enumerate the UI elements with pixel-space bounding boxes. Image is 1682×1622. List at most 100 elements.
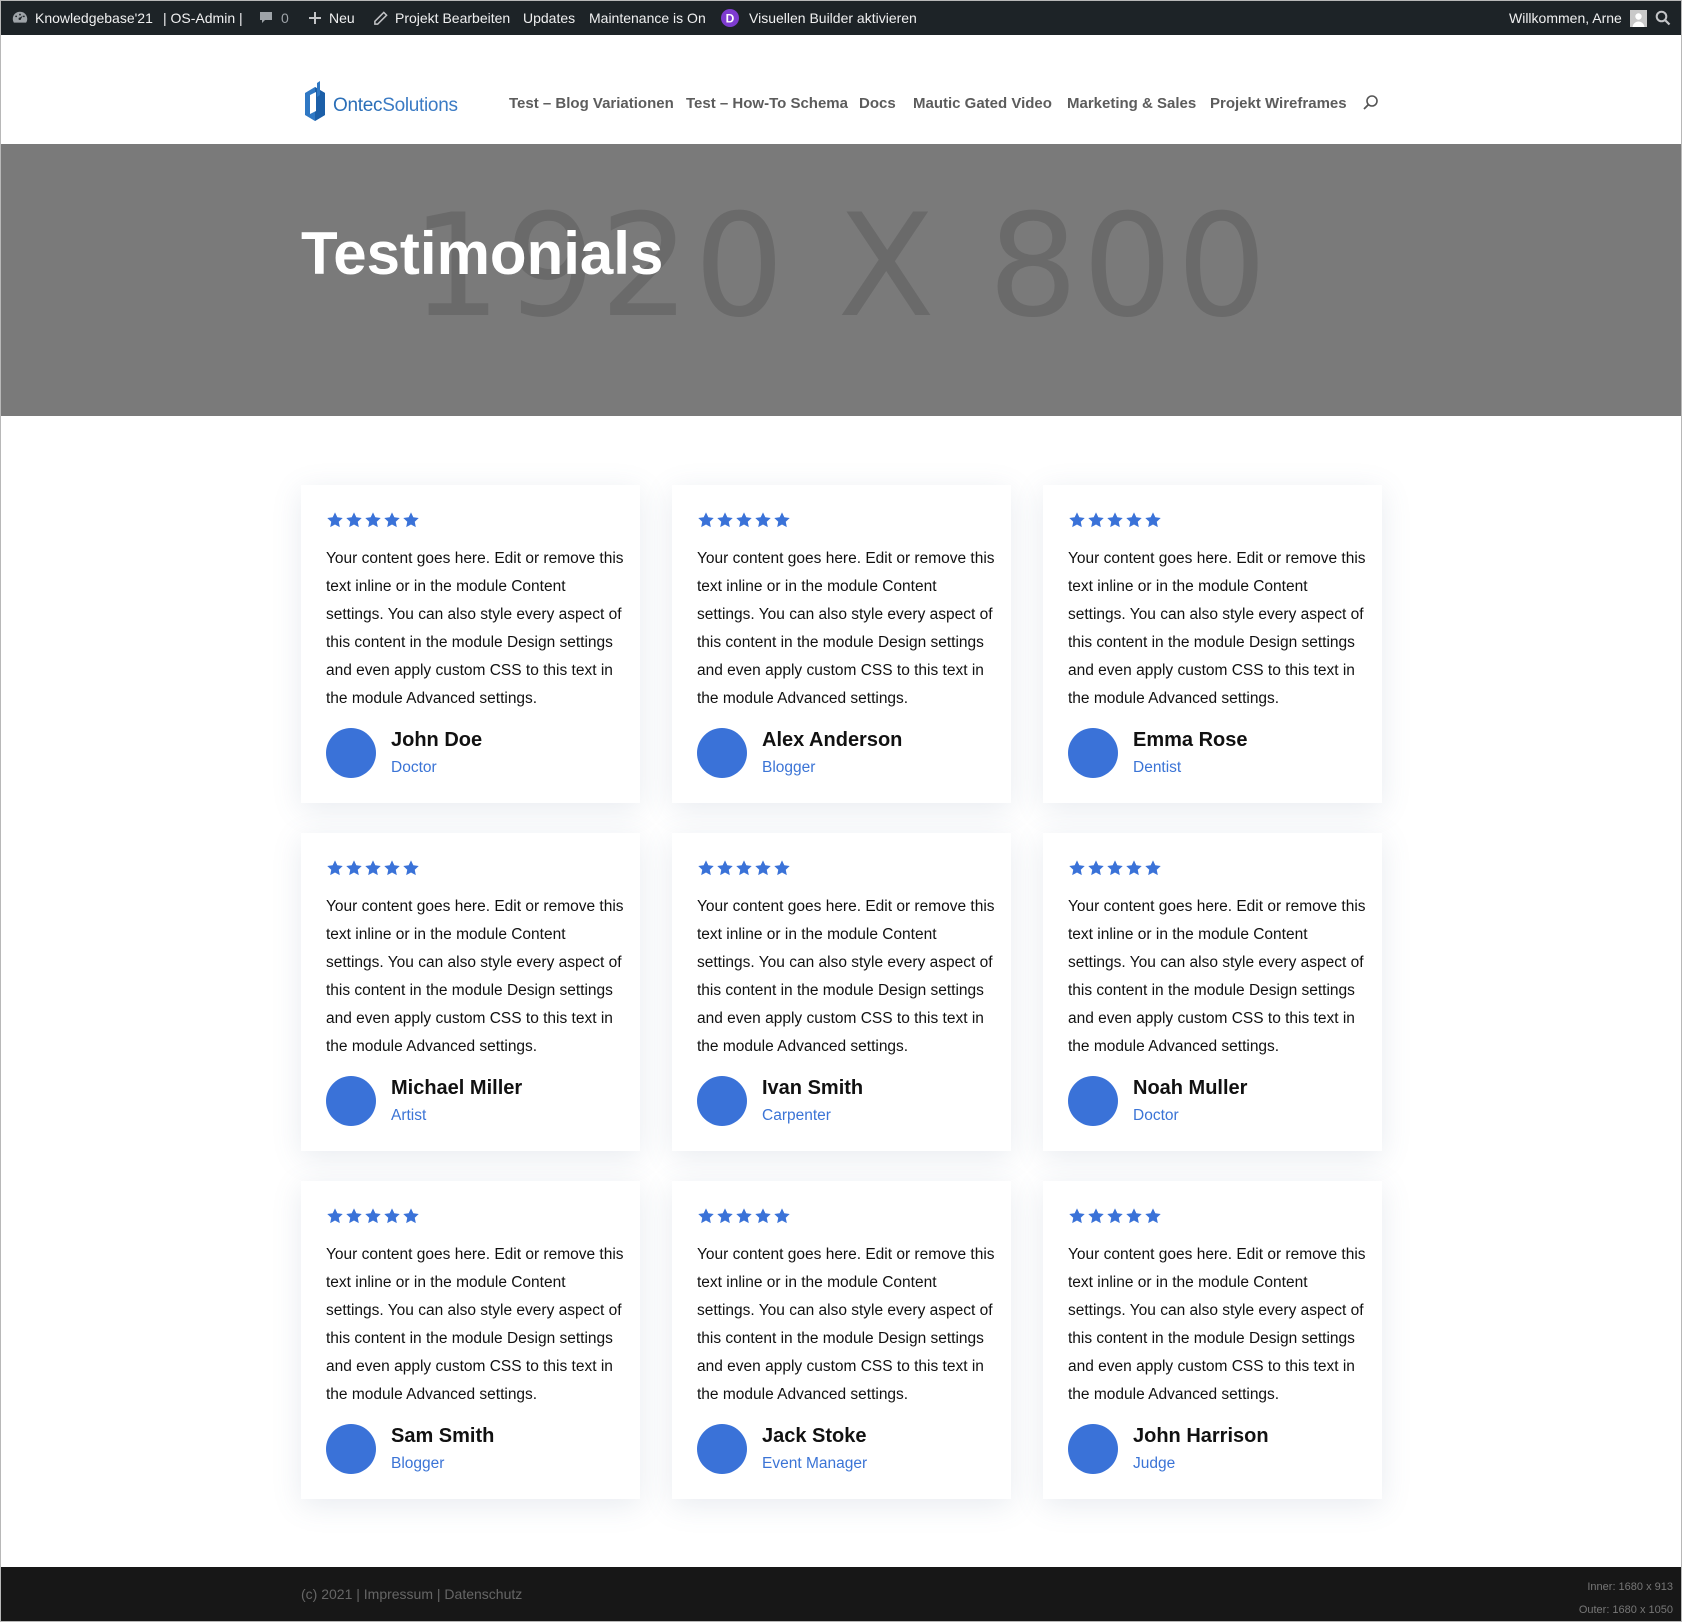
hero-section: 1920 X 800 Testimonials bbox=[1, 144, 1681, 416]
nav-item-how-to-schema[interactable]: Test – How-To Schema bbox=[686, 95, 848, 112]
star-icon bbox=[697, 859, 715, 882]
star-rating bbox=[697, 511, 791, 534]
svg-text:D: D bbox=[726, 12, 735, 26]
comments-count: 0 bbox=[281, 10, 289, 26]
testimonial-card: Your content goes here. Edit or remove t… bbox=[1043, 1181, 1382, 1499]
star-icon bbox=[716, 511, 734, 534]
footer-copyright: (c) 2021 | Impressum | Datenschutz bbox=[301, 1586, 523, 1602]
os-admin-label: | OS-Admin | bbox=[163, 10, 243, 26]
avatar bbox=[1068, 1424, 1118, 1474]
plus-icon bbox=[308, 11, 322, 25]
star-icon bbox=[1106, 1207, 1124, 1230]
star-icon bbox=[697, 1207, 715, 1230]
dashboard-icon bbox=[11, 9, 29, 27]
testimonial-name: John Doe bbox=[391, 729, 483, 751]
admin-search-button[interactable] bbox=[1655, 1, 1671, 35]
star-icon bbox=[1068, 859, 1086, 882]
avatar bbox=[326, 1076, 376, 1126]
star-icon bbox=[364, 1207, 382, 1230]
testimonial-name: John Harrison bbox=[1133, 1425, 1269, 1447]
comments-link[interactable]: 0 bbox=[258, 1, 289, 35]
maintenance-link[interactable]: Maintenance is On bbox=[589, 1, 706, 35]
nav-item-marketing-sales[interactable]: Marketing & Sales bbox=[1067, 95, 1196, 112]
star-icon bbox=[364, 511, 382, 534]
testimonial-card: Your content goes here. Edit or remove t… bbox=[1043, 833, 1382, 1151]
testimonial-text: Your content goes here. Edit or remove t… bbox=[697, 898, 995, 1055]
testimonial-card: Your content goes here. Edit or remove t… bbox=[301, 485, 640, 803]
visual-builder-link[interactable]: D Visuellen Builder aktivieren bbox=[720, 1, 917, 35]
star-icon bbox=[716, 859, 734, 882]
star-icon bbox=[345, 511, 363, 534]
testimonial-card: Your content goes here. Edit or remove t… bbox=[301, 1181, 640, 1499]
star-icon bbox=[345, 859, 363, 882]
os-admin-link[interactable]: | OS-Admin | bbox=[163, 1, 243, 35]
edit-project-label: Projekt Bearbeiten bbox=[395, 10, 511, 26]
star-icon bbox=[364, 859, 382, 882]
testimonial-role: Event Manager bbox=[762, 1455, 868, 1472]
testimonial-text: Your content goes here. Edit or remove t… bbox=[1068, 898, 1366, 1055]
testimonial-card: Your content goes here. Edit or remove t… bbox=[1043, 485, 1382, 803]
star-rating bbox=[326, 859, 420, 882]
star-icon bbox=[1106, 859, 1124, 882]
star-icon bbox=[345, 1207, 363, 1230]
logo-text: OntecSolutions bbox=[333, 95, 458, 117]
testimonial-text: Your content goes here. Edit or remove t… bbox=[326, 550, 624, 707]
testimonial-text: Your content goes here. Edit or remove t… bbox=[326, 898, 624, 1055]
star-icon bbox=[754, 859, 772, 882]
nav-item-docs[interactable]: Docs bbox=[859, 95, 896, 112]
admin-bar: Knowledgebase'21 | OS-Admin | 0 Neu Proj… bbox=[1, 1, 1681, 35]
star-icon bbox=[326, 1207, 344, 1230]
testimonial-name: Michael Miller bbox=[391, 1077, 523, 1099]
star-icon bbox=[1087, 859, 1105, 882]
avatar bbox=[697, 728, 747, 778]
star-rating bbox=[1068, 511, 1162, 534]
nav-item-projekt-wireframes[interactable]: Projekt Wireframes bbox=[1210, 95, 1347, 112]
updates-link[interactable]: Updates bbox=[523, 1, 575, 35]
star-rating bbox=[326, 511, 420, 534]
logo-text-ontec: Ontec bbox=[333, 94, 383, 116]
star-icon bbox=[1106, 511, 1124, 534]
star-rating bbox=[697, 1207, 791, 1230]
star-icon bbox=[402, 859, 420, 882]
testimonial-text: Your content goes here. Edit or remove t… bbox=[697, 1246, 995, 1403]
site-logo[interactable]: OntecSolutions bbox=[303, 81, 458, 130]
testimonial-role: Artist bbox=[391, 1107, 427, 1124]
star-rating bbox=[697, 859, 791, 882]
star-icon bbox=[697, 511, 715, 534]
comment-icon bbox=[258, 10, 274, 26]
testimonial-name: Alex Anderson bbox=[762, 729, 903, 751]
star-icon bbox=[1068, 511, 1086, 534]
testimonial-name: Noah Muller bbox=[1133, 1077, 1248, 1099]
nav-item-mautic-gated-video[interactable]: Mautic Gated Video bbox=[913, 95, 1052, 112]
testimonial-card: Your content goes here. Edit or remove t… bbox=[672, 485, 1011, 803]
testimonial-role: Blogger bbox=[762, 759, 816, 776]
star-icon bbox=[1125, 511, 1143, 534]
updates-label: Updates bbox=[523, 10, 576, 26]
testimonial-card: Your content goes here. Edit or remove t… bbox=[672, 1181, 1011, 1499]
pencil-icon bbox=[373, 10, 388, 26]
avatar bbox=[697, 1076, 747, 1126]
testimonial-text: Your content goes here. Edit or remove t… bbox=[1068, 1246, 1366, 1403]
inner-size-label: Inner: 1680 x 913 bbox=[1587, 1581, 1673, 1593]
admin-site-link[interactable]: Knowledgebase'21 bbox=[11, 1, 153, 35]
search-icon[interactable] bbox=[1362, 94, 1380, 117]
avatar bbox=[1068, 1076, 1118, 1126]
star-icon bbox=[1087, 511, 1105, 534]
testimonial-text: Your content goes here. Edit or remove t… bbox=[697, 550, 995, 707]
welcome-label: Willkommen, Arne bbox=[1509, 10, 1622, 26]
hero-placeholder-text: 1920 X 800 bbox=[411, 184, 1271, 349]
nav-item-blog-variationen[interactable]: Test – Blog Variationen bbox=[509, 95, 674, 112]
star-icon bbox=[1144, 511, 1162, 534]
edit-project-link[interactable]: Projekt Bearbeiten bbox=[373, 1, 510, 35]
avatar bbox=[326, 728, 376, 778]
star-rating bbox=[326, 1207, 420, 1230]
testimonial-name: Ivan Smith bbox=[762, 1077, 864, 1099]
account-link[interactable]: Willkommen, Arne bbox=[1509, 1, 1647, 35]
testimonial-card: Your content goes here. Edit or remove t… bbox=[301, 833, 640, 1151]
new-link[interactable]: Neu bbox=[308, 1, 355, 35]
star-icon bbox=[402, 511, 420, 534]
star-rating bbox=[1068, 859, 1162, 882]
avatar bbox=[697, 1424, 747, 1474]
avatar bbox=[326, 1424, 376, 1474]
testimonial-text: Your content goes here. Edit or remove t… bbox=[326, 1246, 624, 1403]
